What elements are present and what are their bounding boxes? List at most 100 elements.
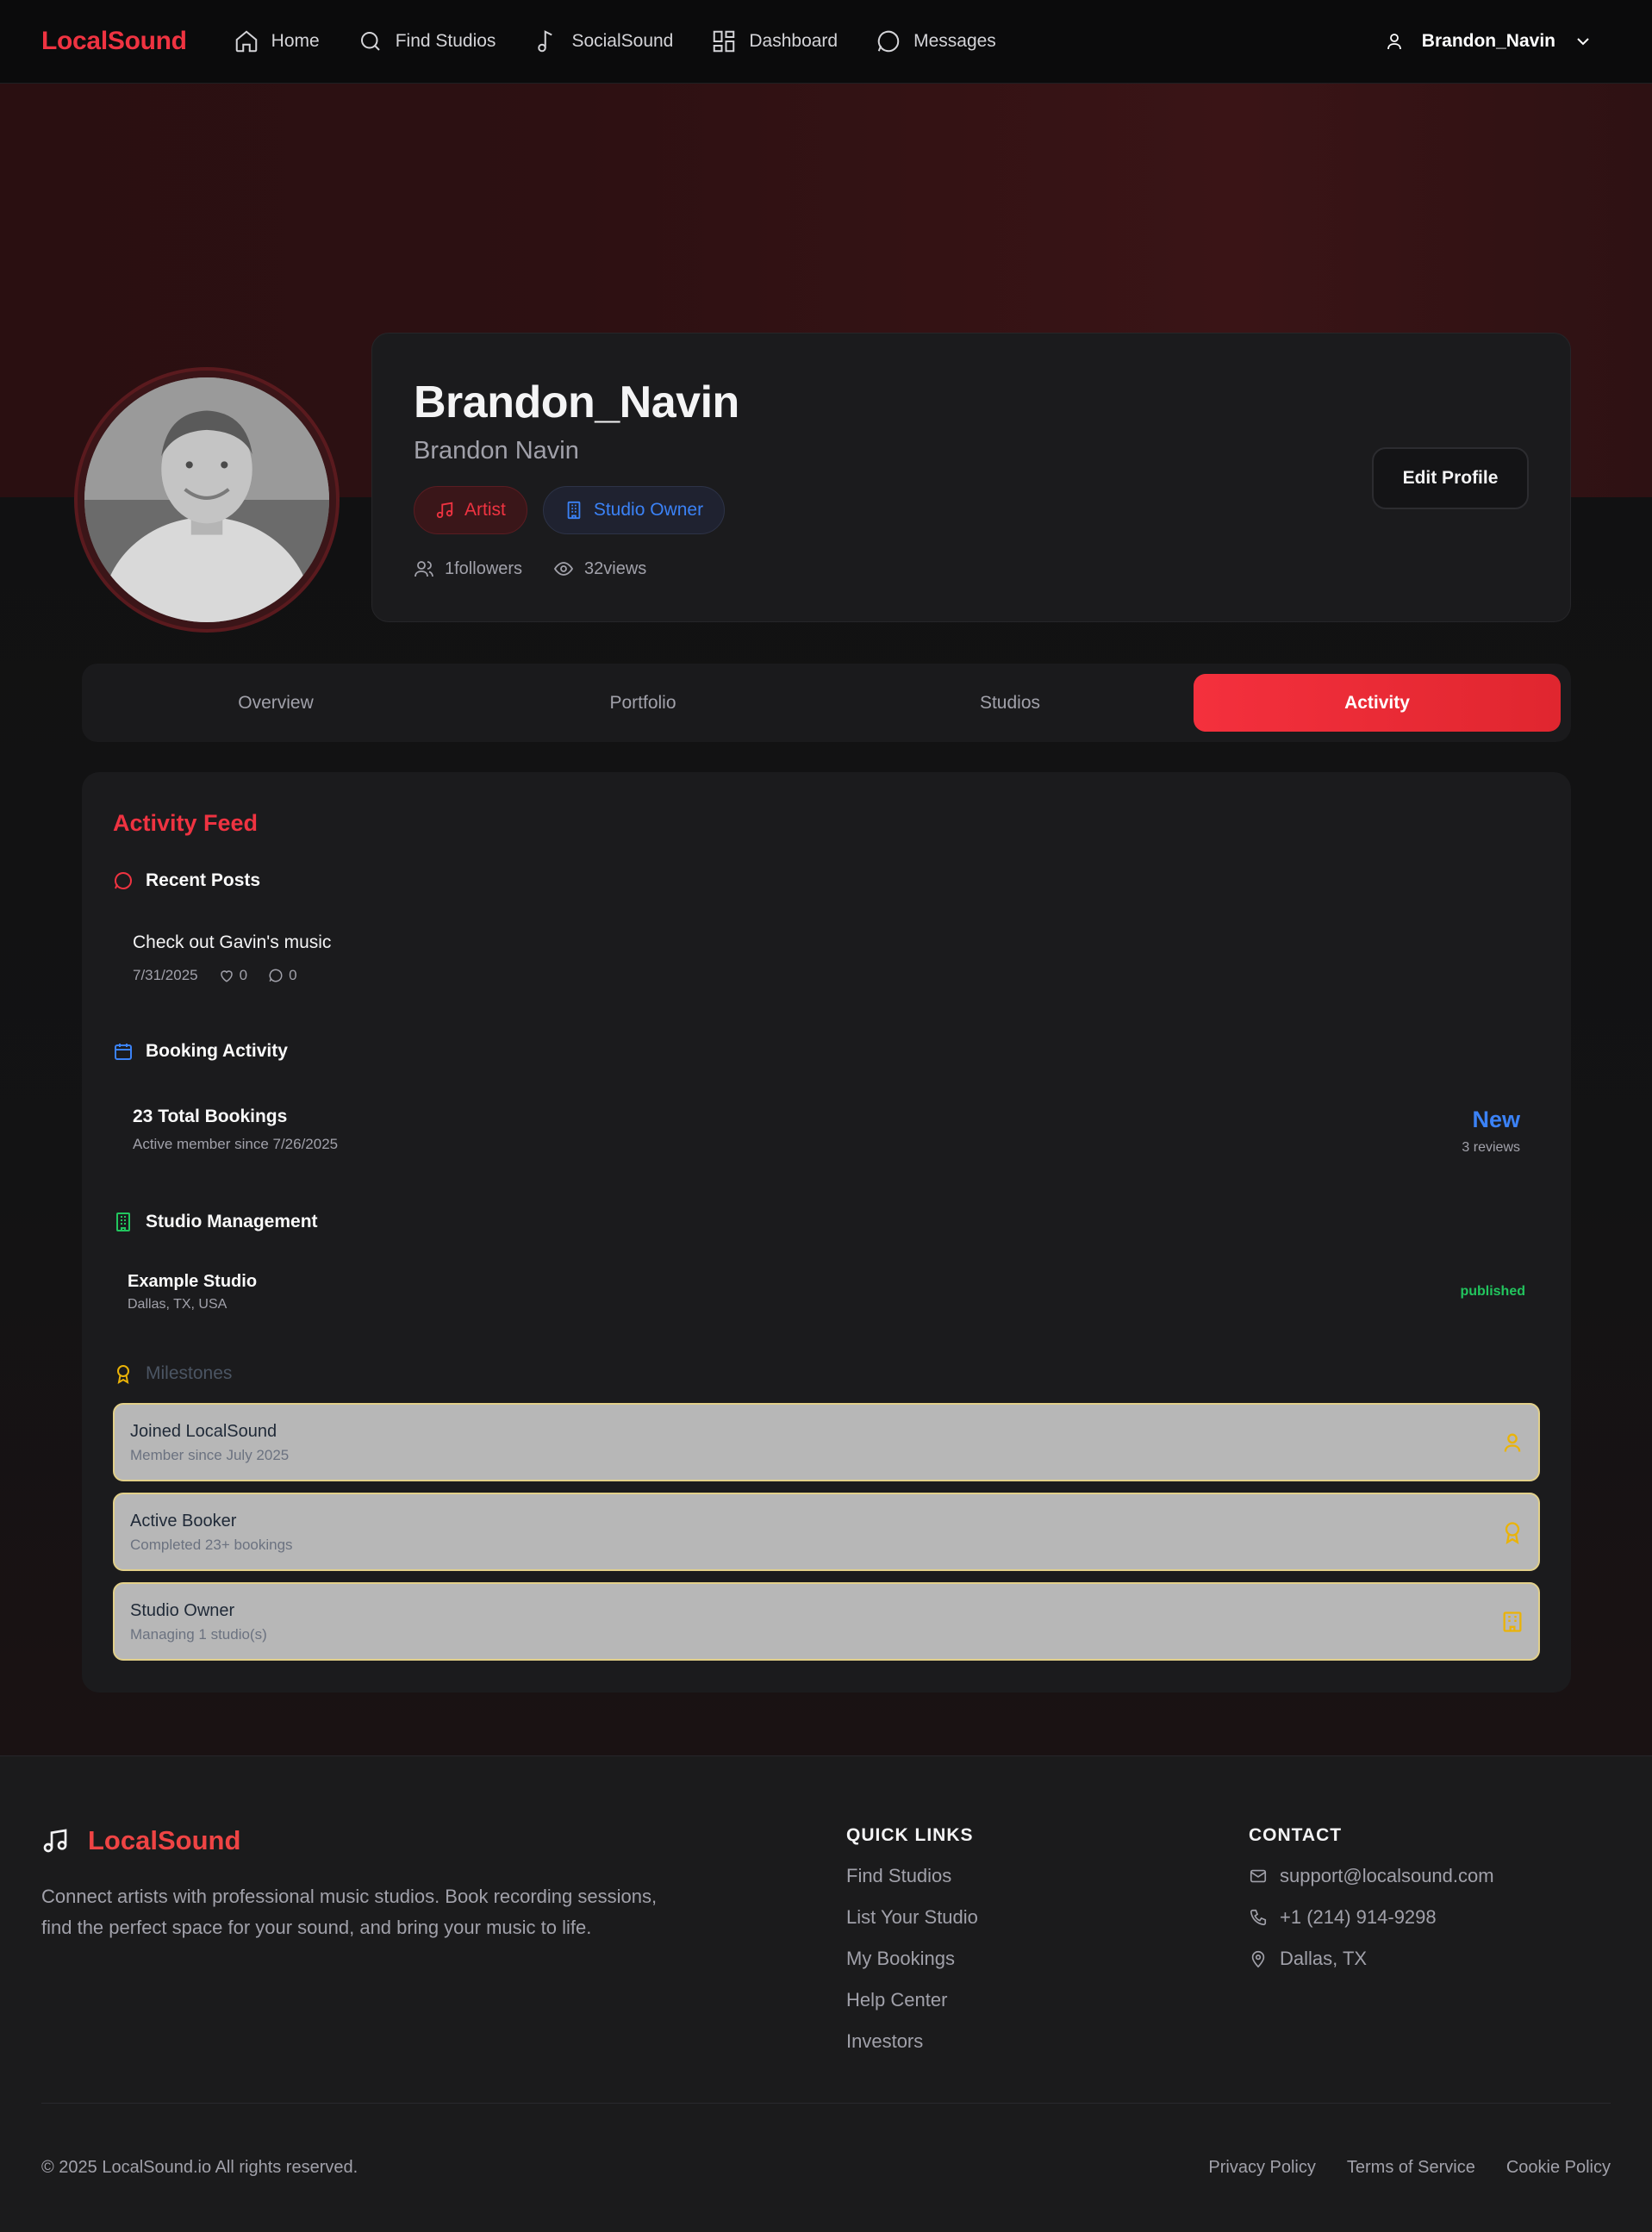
nav-find-studios-label: Find Studios xyxy=(395,31,496,51)
milestone-subtitle: Completed 23+ bookings xyxy=(130,1537,293,1553)
contact-phone[interactable]: +1 (214) 914-9298 xyxy=(1249,1906,1494,1929)
milestone-subtitle: Member since July 2025 xyxy=(130,1447,290,1463)
activity-feed-panel: Activity Feed Recent Posts Check out Gav… xyxy=(82,772,1571,1693)
footer-brand[interactable]: LocalSound xyxy=(41,1825,240,1856)
cookie-policy-link[interactable]: Cookie Policy xyxy=(1506,2158,1611,2178)
search-icon xyxy=(360,32,380,51)
avatar xyxy=(78,371,336,629)
contact-email[interactable]: support@localsound.com xyxy=(1249,1865,1494,1887)
tab-overview[interactable]: Overview xyxy=(92,674,459,732)
nav-dashboard[interactable]: Dashboard xyxy=(711,28,838,54)
rating-label: New xyxy=(1472,1107,1520,1132)
booking-summary: 23 Total Bookings Active member since 7/… xyxy=(133,1107,1520,1155)
nav-messages-label: Messages xyxy=(913,31,996,51)
milestone-title: Active Booker xyxy=(130,1512,237,1531)
reviews-count: 3 reviews xyxy=(1462,1140,1520,1155)
post-likes: 0 xyxy=(219,967,247,984)
nav-home[interactable]: Home xyxy=(234,28,320,54)
milestone-title: Studio Owner xyxy=(130,1601,235,1620)
studio-item[interactable]: Example Studio Dallas, TX, USA published xyxy=(128,1272,1525,1312)
milestone-title: Joined LocalSound xyxy=(130,1422,277,1441)
total-bookings: 23 Total Bookings xyxy=(133,1107,288,1126)
user-menu[interactable]: Brandon_Navin xyxy=(1384,31,1611,52)
studio-management-label: Studio Management xyxy=(146,1212,318,1231)
views-stat: 32views xyxy=(553,558,646,579)
legal-links: Privacy Policy Terms of Service Cookie P… xyxy=(1208,2158,1611,2178)
milestones-label: Milestones xyxy=(146,1363,233,1383)
studio-status-badge: published xyxy=(1460,1284,1525,1299)
post-title: Check out Gavin's music xyxy=(133,932,332,952)
nav-home-label: Home xyxy=(271,31,320,51)
nav-messages[interactable]: Messages xyxy=(876,28,996,54)
followers-stat: 1followers xyxy=(414,558,522,579)
post-comments-count: 0 xyxy=(289,967,297,983)
studio-owner-badge: Studio Owner xyxy=(542,486,726,534)
message-icon xyxy=(877,30,900,53)
booking-activity-label: Booking Activity xyxy=(146,1041,288,1061)
avatar-silhouette xyxy=(84,377,329,622)
music-icon xyxy=(436,502,453,519)
views-count: 32views xyxy=(584,558,647,578)
edit-profile-button[interactable]: Edit Profile xyxy=(1372,447,1529,509)
milestone-active-booker: Active Booker Completed 23+ bookings xyxy=(113,1493,1540,1571)
footer: LocalSound Connect artists with professi… xyxy=(0,1755,1652,2232)
contact-location: Dallas, TX xyxy=(1249,1948,1494,1970)
privacy-policy-link[interactable]: Privacy Policy xyxy=(1208,2158,1315,2178)
profile-stats: 1followers 32views xyxy=(414,558,1529,579)
footer-description: Connect artists with professional music … xyxy=(41,1886,658,1938)
profile-full-name: Brandon Navin xyxy=(414,437,579,464)
contact-location-text: Dallas, TX xyxy=(1280,1948,1368,1969)
music-icon xyxy=(43,1829,67,1853)
brand-logo[interactable]: LocalSound xyxy=(41,27,187,56)
footer-link-my-bookings[interactable]: My Bookings xyxy=(846,1948,978,1970)
contact-info: CONTACT support@localsound.com +1 (214) … xyxy=(1249,1825,1494,1970)
post-date: 7/31/2025 xyxy=(133,967,198,983)
tab-portfolio[interactable]: Portfolio xyxy=(459,674,826,732)
contact-phone-text: +1 (214) 914-9298 xyxy=(1280,1906,1437,1928)
nav-find-studios[interactable]: Find Studios xyxy=(358,28,496,54)
comment-icon xyxy=(269,969,283,982)
chevron-down-icon xyxy=(1577,38,1589,46)
footer-link-find-studios[interactable]: Find Studios xyxy=(846,1865,978,1887)
contact-title: CONTACT xyxy=(1249,1825,1343,1845)
nav-socialsound-label: SocialSound xyxy=(571,31,674,51)
recent-posts-label: Recent Posts xyxy=(146,870,261,890)
profile-tabs: Overview Portfolio Studios Activity xyxy=(82,664,1571,742)
message-icon xyxy=(115,872,133,889)
footer-link-list-studio[interactable]: List Your Studio xyxy=(846,1906,978,1929)
building-icon xyxy=(567,501,581,520)
member-since: Active member since 7/26/2025 xyxy=(133,1136,339,1152)
user-icon xyxy=(1387,34,1401,50)
post-item[interactable]: Check out Gavin's music 7/31/2025 0 0 xyxy=(133,932,331,984)
eye-icon xyxy=(554,562,574,576)
post-likes-count: 0 xyxy=(239,967,248,983)
heart-icon xyxy=(220,970,233,982)
tab-studios[interactable]: Studios xyxy=(826,674,1194,732)
role-badges: Artist Studio Owner xyxy=(414,486,1529,534)
footer-link-help-center[interactable]: Help Center xyxy=(846,1989,978,2011)
terms-link[interactable]: Terms of Service xyxy=(1347,2158,1475,2178)
award-icon xyxy=(117,1365,129,1384)
footer-divider xyxy=(41,2103,1611,2104)
artist-badge: Artist xyxy=(414,486,527,534)
nav-menu: Home Find Studios SocialSound Dashboard … xyxy=(234,28,996,54)
copyright: © 2025 LocalSound.io All rights reserved… xyxy=(41,2158,358,2177)
user-menu-name: Brandon_Navin xyxy=(1421,31,1555,51)
nav-dashboard-label: Dashboard xyxy=(749,31,838,51)
map-pin-icon xyxy=(1251,1950,1265,1968)
quick-links-title: QUICK LINKS xyxy=(846,1825,974,1845)
studio-management-heading: Studio Management xyxy=(113,1212,318,1232)
award-icon xyxy=(1505,1522,1520,1544)
music-note-icon xyxy=(538,30,553,53)
dashboard-icon xyxy=(714,30,735,53)
studio-location: Dallas, TX, USA xyxy=(128,1297,228,1312)
building-icon xyxy=(116,1213,130,1231)
users-icon xyxy=(415,561,433,577)
footer-link-investors[interactable]: Investors xyxy=(846,2030,978,2053)
nav-socialsound[interactable]: SocialSound xyxy=(533,28,673,54)
building-icon xyxy=(1503,1612,1522,1632)
contact-email-text: support@localsound.com xyxy=(1280,1865,1494,1886)
tab-activity[interactable]: Activity xyxy=(1194,674,1561,732)
footer-brand-name: LocalSound xyxy=(88,1825,241,1855)
user-icon xyxy=(1504,1433,1521,1452)
